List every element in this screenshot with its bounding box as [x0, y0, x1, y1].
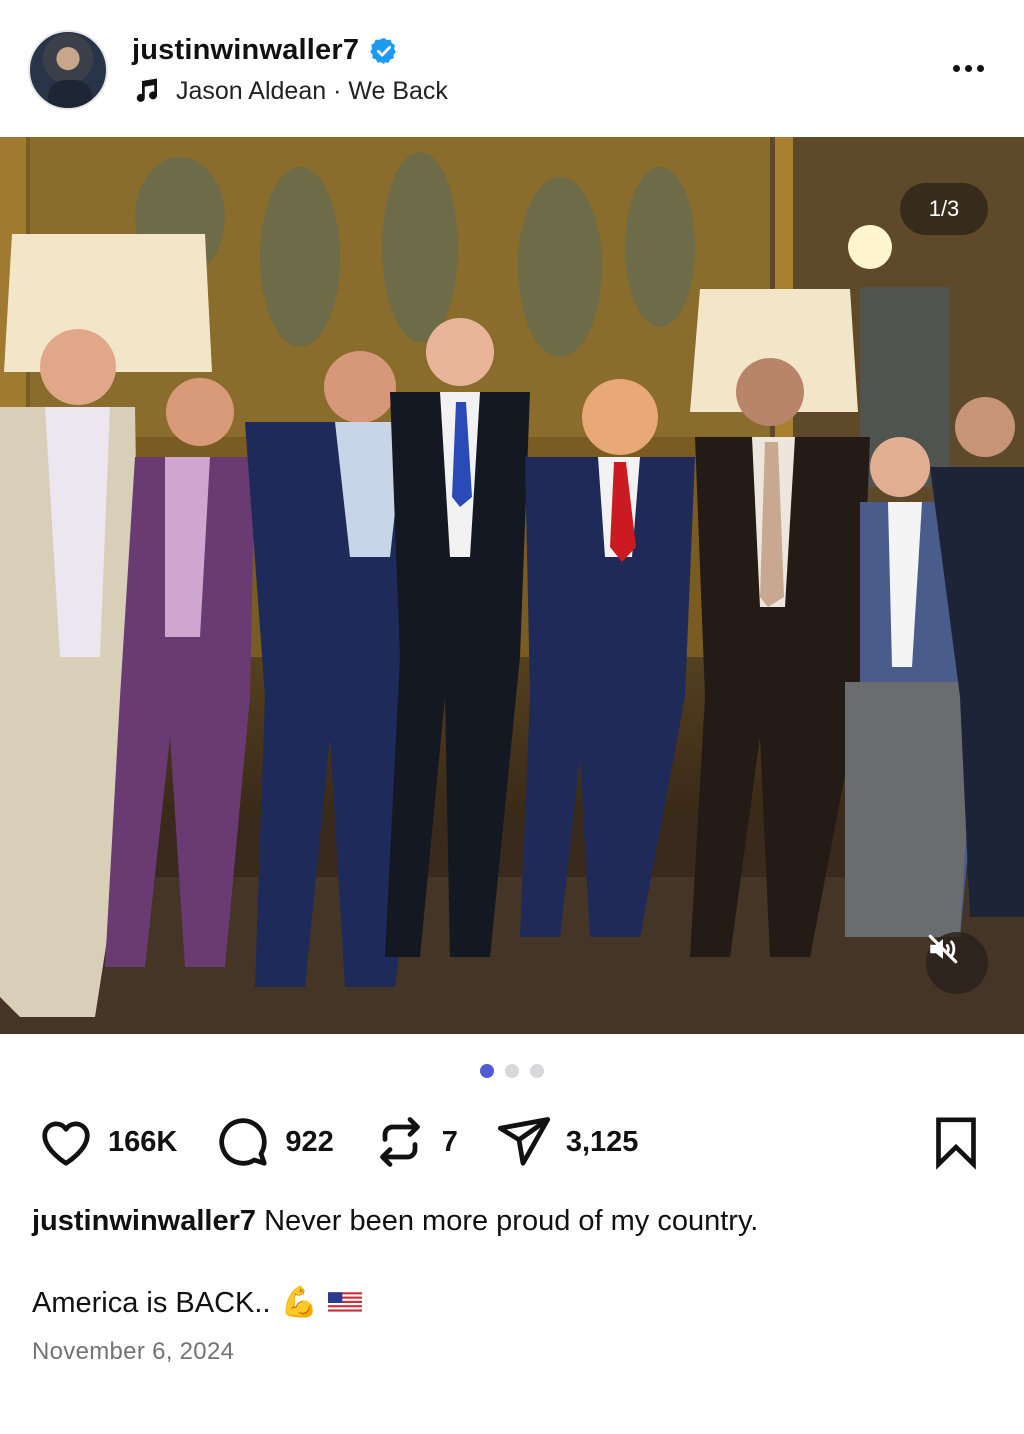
like-button[interactable]: 166K	[36, 1112, 177, 1172]
speaker-glyph	[928, 934, 958, 964]
music-note-icon	[136, 78, 158, 102]
share-count: 3,125	[565, 1125, 639, 1158]
more-dot	[964, 64, 972, 72]
username-row: justinwinwaller7	[132, 34, 399, 67]
comment-bubble-icon	[219, 1118, 267, 1166]
carousel-counter: 1/3	[900, 183, 988, 235]
more-options-icon[interactable]	[946, 50, 990, 86]
comment-button[interactable]: 922	[213, 1112, 334, 1172]
post-caption: justinwinwaller7 Never been more proud o…	[32, 1202, 992, 1240]
caption-username[interactable]: justinwinwaller7	[32, 1205, 256, 1237]
repost-button[interactable]: 7	[370, 1112, 458, 1172]
avatar[interactable]	[28, 30, 108, 110]
post-header: justinwinwaller7 Jason Aldean · We Back	[0, 0, 1024, 137]
caption-text: Never been more proud of my country.	[264, 1205, 759, 1237]
carousel-dot-2	[505, 1064, 519, 1078]
send-icon	[497, 1117, 550, 1166]
share-button[interactable]: 3,125	[494, 1112, 639, 1172]
action-bar: 166K 922 7 3,125	[36, 1112, 674, 1172]
more-dot	[976, 64, 984, 72]
carousel-indicator	[0, 1064, 1024, 1078]
carousel-dot-1	[480, 1064, 494, 1078]
verified-badge-icon	[370, 37, 397, 64]
muted-speaker-icon[interactable]	[926, 932, 988, 994]
post-photo[interactable]: 1/3	[0, 137, 1024, 1034]
group-photo-illustration	[0, 137, 1024, 1034]
post-date[interactable]: November 6, 2024	[32, 1338, 234, 1366]
like-count: 166K	[108, 1125, 178, 1158]
repost-icon	[379, 1117, 420, 1167]
caption-line-2: America is BACK.. 💪	[32, 1284, 362, 1322]
music-row[interactable]: Jason Aldean · We Back	[132, 76, 448, 106]
repost-count: 7	[441, 1125, 458, 1158]
flexed-biceps-emoji: 💪	[280, 1286, 318, 1319]
caption-line-2-text: America is BACK..	[32, 1287, 271, 1319]
heart-icon	[42, 1121, 90, 1166]
more-dot	[952, 64, 960, 72]
carousel-dot-3	[530, 1064, 544, 1078]
comment-count: 922	[285, 1125, 334, 1158]
music-label: Jason Aldean · We Back	[176, 76, 448, 105]
bookmark-icon[interactable]	[928, 1113, 984, 1171]
username[interactable]: justinwinwaller7	[132, 34, 359, 67]
us-flag-icon	[327, 1292, 362, 1314]
